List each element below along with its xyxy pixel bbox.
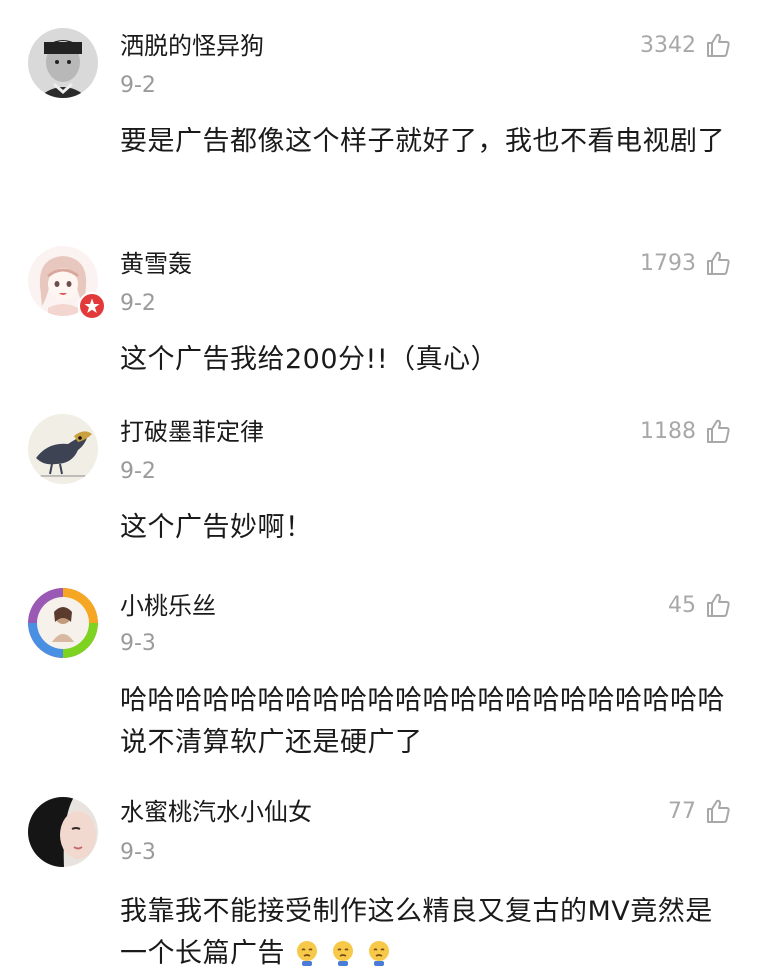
avatar[interactable]	[28, 797, 98, 867]
verified-star-icon	[78, 292, 106, 320]
thumbs-up-icon	[704, 249, 732, 277]
like-button[interactable]: 1188	[640, 417, 732, 445]
sad-emoji-icon	[329, 938, 357, 966]
avatar[interactable]	[28, 414, 98, 484]
comment-text: 这个广告妙啊！	[120, 512, 313, 543]
comment-text: 我靠我不能接受制作这么精良又复古的MV竟然是一个长篇广告	[120, 896, 713, 969]
sad-emoji-icon	[365, 938, 393, 966]
comment-date: 9-2	[120, 459, 156, 484]
like-button[interactable]: 1793	[640, 249, 732, 277]
username[interactable]: 小桃乐丝	[120, 591, 216, 621]
like-button[interactable]: 3342	[640, 31, 732, 59]
comment-text: 哈哈哈哈哈哈哈哈哈哈哈哈哈哈哈哈哈哈哈哈哈哈说不清算软广还是硬广了	[120, 685, 725, 758]
like-count: 77	[668, 798, 696, 824]
comment-date: 9-2	[120, 73, 156, 98]
username[interactable]: 洒脱的怪异狗	[120, 31, 264, 61]
comment-date: 9-2	[120, 291, 156, 316]
like-count: 45	[668, 592, 696, 618]
username[interactable]: 水蜜桃汽水小仙女	[120, 797, 312, 827]
thumbs-up-icon	[704, 417, 732, 445]
comment-text: 这个广告我给200分!!（真心）	[120, 344, 499, 375]
comment-date: 9-3	[120, 840, 156, 865]
username[interactable]: 打破墨菲定律	[120, 417, 264, 447]
username[interactable]: 黄雪轰	[120, 249, 192, 279]
thumbs-up-icon	[704, 797, 732, 825]
comment-text: 要是广告都像这个样子就好了，我也不看电视剧了	[120, 126, 725, 157]
like-button[interactable]: 45	[668, 591, 732, 619]
comment-date: 9-3	[120, 631, 156, 656]
sad-emoji-icon	[293, 938, 321, 966]
like-count: 1188	[640, 418, 696, 444]
like-count: 1793	[640, 250, 696, 276]
thumbs-up-icon	[704, 31, 732, 59]
avatar[interactable]	[28, 28, 98, 98]
like-count: 3342	[640, 32, 696, 58]
comment-text-wrap: 我靠我不能接受制作这么精良又复古的MV竟然是一个长篇广告	[120, 891, 740, 975]
thumbs-up-icon	[704, 591, 732, 619]
like-button[interactable]: 77	[668, 797, 732, 825]
avatar[interactable]	[28, 588, 98, 658]
